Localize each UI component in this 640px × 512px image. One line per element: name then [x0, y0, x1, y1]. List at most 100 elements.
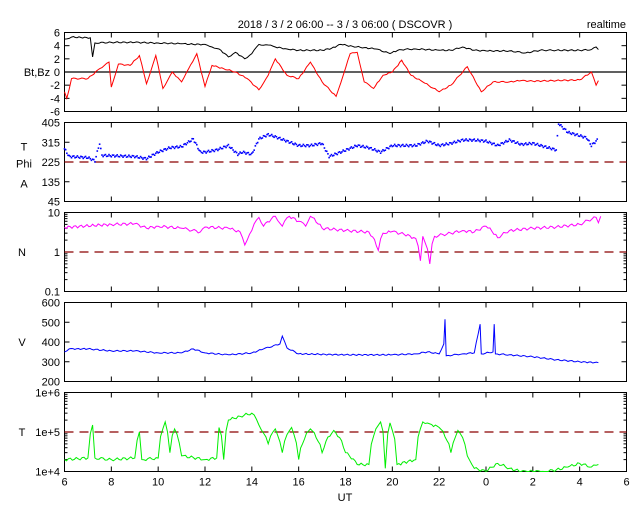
data-point — [70, 156, 73, 159]
data-point — [247, 151, 250, 154]
y-tick-label: 600 — [42, 298, 60, 310]
data-point — [348, 149, 350, 151]
data-point — [185, 143, 188, 146]
data-point — [116, 154, 118, 156]
data-point — [522, 144, 525, 147]
data-point — [595, 140, 597, 142]
data-point — [84, 155, 87, 158]
plot-frame — [64, 392, 627, 472]
data-point — [307, 144, 309, 146]
chart-title: 2018 / 3 / 2 06:00 -- 3 / 3 06:00 ( DSCO… — [238, 19, 453, 31]
data-point — [76, 155, 79, 157]
data-point — [201, 152, 204, 154]
data-point — [373, 148, 376, 150]
data-point — [130, 156, 133, 159]
series-line-t — [64, 412, 599, 473]
data-point — [107, 155, 109, 157]
panel-phi: 40531522513545TPhiA — [16, 118, 627, 209]
data-point — [589, 143, 592, 145]
data-point — [581, 135, 583, 138]
data-point — [489, 141, 492, 144]
series-n — [64, 215, 602, 264]
data-point — [99, 147, 102, 150]
y-axis-label: V — [18, 337, 26, 349]
x-tick-label: 0 — [483, 477, 489, 489]
data-point — [207, 149, 210, 152]
data-point — [467, 140, 470, 142]
data-point — [527, 143, 529, 146]
data-point — [155, 152, 157, 155]
data-point — [550, 148, 553, 151]
data-point — [325, 150, 328, 153]
y-tick-label: 6 — [54, 28, 60, 40]
data-point — [379, 152, 382, 154]
y-axis-label: N — [18, 247, 26, 259]
data-point — [89, 157, 92, 160]
data-point — [430, 141, 432, 143]
data-point — [118, 155, 121, 158]
panel-n: 1010.1N — [18, 208, 627, 299]
data-point — [124, 154, 127, 157]
data-point — [318, 142, 321, 144]
data-point — [570, 133, 573, 136]
data-point — [561, 125, 563, 128]
data-point — [455, 141, 458, 144]
data-point — [536, 142, 539, 145]
series-phi — [63, 123, 599, 163]
data-point — [190, 140, 192, 143]
data-point — [364, 147, 367, 149]
data-point — [410, 144, 412, 146]
data-point — [555, 149, 558, 151]
data-point — [509, 139, 512, 142]
data-point — [194, 142, 197, 144]
data-point — [97, 147, 100, 149]
data-point — [596, 138, 599, 140]
data-point — [469, 138, 472, 141]
data-point — [441, 143, 444, 145]
data-point — [413, 143, 416, 146]
data-point — [196, 143, 198, 146]
series-line-v — [64, 319, 599, 364]
data-point — [104, 153, 107, 156]
x-tick-label: 6 — [623, 477, 629, 489]
y-tick-label: 400 — [42, 337, 60, 349]
data-point — [396, 145, 398, 148]
data-point — [479, 140, 481, 143]
y-tick-label: 225 — [42, 157, 60, 169]
data-point — [144, 156, 147, 159]
plot-frame — [64, 122, 627, 202]
data-point — [439, 145, 442, 148]
data-point — [150, 156, 152, 158]
data-point — [197, 147, 199, 150]
data-point — [94, 161, 96, 163]
data-point — [96, 150, 99, 152]
data-point — [170, 147, 172, 150]
plot-frame — [64, 302, 627, 382]
data-point — [332, 154, 335, 157]
data-point — [525, 142, 527, 144]
data-point — [301, 145, 303, 147]
panel-v: 600500400300200V — [18, 298, 627, 389]
y-tick-label: -2 — [50, 80, 60, 92]
data-point — [258, 138, 260, 140]
data-point — [253, 149, 255, 151]
realtime-label: realtime — [587, 19, 626, 31]
data-point — [402, 143, 404, 146]
data-point — [502, 143, 505, 145]
data-point — [92, 158, 95, 161]
series-line-bz — [64, 51, 599, 101]
data-point — [594, 142, 596, 145]
data-point — [235, 151, 238, 154]
y-tick-label: 405 — [42, 118, 60, 130]
data-point — [493, 142, 495, 145]
data-point — [507, 140, 510, 143]
x-tick-label: 12 — [199, 477, 211, 489]
data-point — [530, 143, 533, 146]
data-point — [362, 144, 364, 147]
y-tick-label: 500 — [42, 317, 60, 329]
data-point — [433, 141, 436, 144]
data-point — [166, 147, 169, 150]
y-axis-label: T — [19, 427, 26, 439]
data-point — [136, 155, 138, 157]
y-tick-label: 300 — [42, 357, 60, 369]
